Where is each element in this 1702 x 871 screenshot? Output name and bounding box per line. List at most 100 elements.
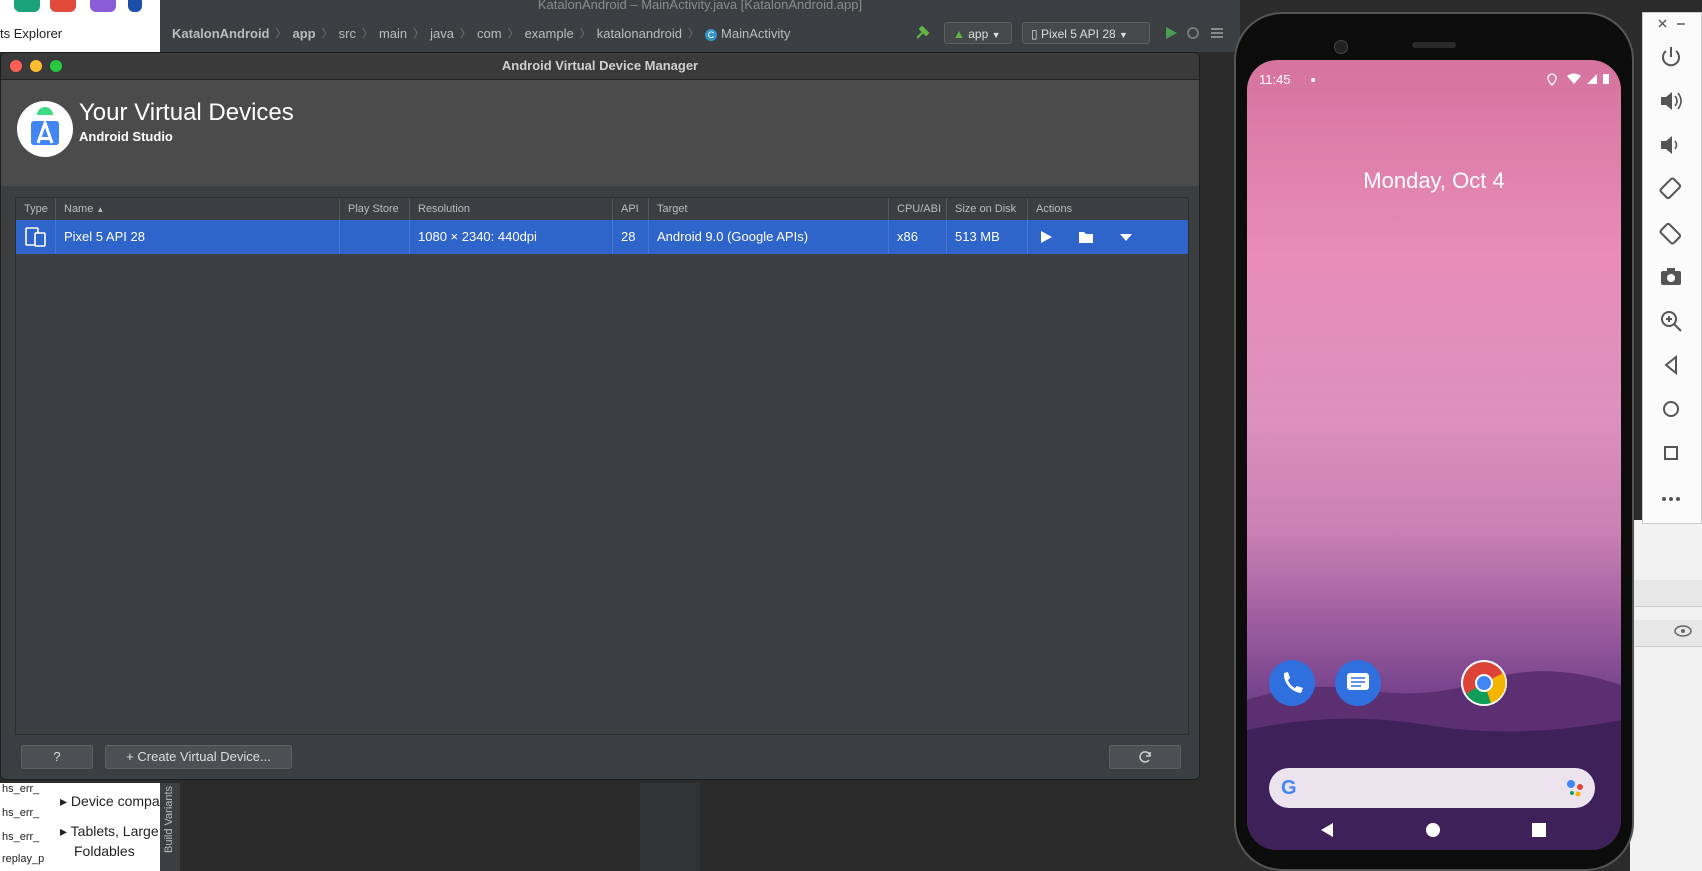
breadcrumb-item[interactable]: com bbox=[477, 26, 502, 41]
breadcrumb-item[interactable]: katalonandroid bbox=[597, 26, 682, 41]
build-variants-tab[interactable]: Build Variants bbox=[160, 783, 180, 871]
close-icon bbox=[1658, 19, 1667, 28]
dock-app-icon[interactable] bbox=[14, 0, 40, 12]
android-icon: ▲ bbox=[953, 27, 965, 41]
breadcrumb-item[interactable]: main bbox=[379, 26, 407, 41]
breadcrumb-item[interactable]: java bbox=[430, 26, 454, 41]
more-actions-button[interactable] bbox=[1110, 220, 1142, 254]
emulator-device-frame: 11:45 Monday, Oct 4 G bbox=[1234, 12, 1634, 871]
column-header-resolution[interactable]: Resolution bbox=[410, 198, 613, 220]
help-button[interactable]: ? bbox=[21, 745, 93, 769]
volume-down-icon[interactable] bbox=[1657, 131, 1685, 159]
run-icon[interactable] bbox=[1164, 26, 1178, 40]
status-icons bbox=[1547, 73, 1609, 86]
signal-icon bbox=[1587, 74, 1597, 84]
recents-icon[interactable] bbox=[1531, 822, 1547, 838]
column-header-play-store[interactable]: Play Store bbox=[340, 198, 410, 220]
emulator-screen[interactable]: 11:45 Monday, Oct 4 G bbox=[1247, 60, 1621, 850]
file-item[interactable]: replay_p bbox=[2, 853, 44, 865]
breadcrumb-item[interactable]: app bbox=[293, 26, 316, 41]
chrome-icon bbox=[1463, 662, 1506, 705]
device-selector[interactable]: ▯ Pixel 5 API 28 ▼ bbox=[1022, 22, 1150, 44]
window-titlebar: Android Virtual Device Manager bbox=[1, 53, 1199, 80]
column-header-name[interactable]: Name ▲ bbox=[56, 198, 340, 220]
google-icon: G bbox=[1281, 777, 1297, 799]
front-camera bbox=[1334, 40, 1348, 54]
camera-icon[interactable] bbox=[1657, 263, 1685, 291]
phone-app-icon[interactable] bbox=[1269, 660, 1315, 706]
show-on-disk-button[interactable] bbox=[1070, 220, 1102, 254]
emulator-toolbar bbox=[1642, 12, 1702, 524]
chrome-app-icon[interactable] bbox=[1461, 660, 1507, 706]
avd-header bbox=[1, 80, 1199, 186]
volume-up-icon[interactable] bbox=[1657, 87, 1685, 115]
rerun-icon[interactable] bbox=[1186, 26, 1200, 40]
power-icon[interactable] bbox=[1657, 43, 1685, 71]
file-item[interactable]: hs_err_ bbox=[2, 783, 39, 795]
rotate-right-icon[interactable] bbox=[1657, 219, 1685, 247]
ide-right-panel bbox=[1630, 520, 1702, 871]
lockscreen-date: Monday, Oct 4 bbox=[1363, 168, 1505, 193]
breadcrumb-item[interactable]: C MainActivity bbox=[705, 26, 790, 41]
create-virtual-device-button[interactable]: + Create Virtual Device... bbox=[105, 745, 292, 769]
size-cell: 513 MB bbox=[947, 220, 1028, 254]
back-icon[interactable] bbox=[1319, 822, 1335, 838]
message-icon bbox=[1347, 673, 1369, 690]
navigation-bar bbox=[1247, 810, 1621, 850]
column-header-target[interactable]: Target bbox=[649, 198, 889, 220]
ide-bottom-area: hs_err_ hs_err_ hs_err_ replay_p ▸ Devic… bbox=[0, 783, 1210, 871]
actions-cell bbox=[1028, 220, 1188, 254]
home-icon[interactable] bbox=[1425, 822, 1441, 838]
assistant-icon[interactable] bbox=[1565, 778, 1585, 798]
column-header-size[interactable]: Size on Disk bbox=[947, 198, 1028, 220]
chevron-down-icon: ▼ bbox=[1119, 30, 1128, 40]
device-icon: ▯ bbox=[1031, 27, 1038, 41]
file-item[interactable]: hs_err_ bbox=[2, 831, 39, 843]
table-row[interactable]: Pixel 5 API 28 1080 × 2340: 440dpi 28 An… bbox=[16, 220, 1188, 254]
dock-app-icon[interactable] bbox=[90, 0, 116, 12]
file-item[interactable]: hs_err_ bbox=[2, 807, 39, 819]
battery-icon bbox=[1603, 74, 1609, 84]
api-cell: 28 bbox=[613, 220, 649, 254]
column-header-cpu[interactable]: CPU/ABI bbox=[889, 198, 947, 220]
play-store-cell bbox=[340, 220, 410, 254]
location-icon bbox=[1547, 73, 1557, 86]
file-list: hs_err_ hs_err_ hs_err_ replay_p bbox=[0, 783, 52, 871]
device-category-tree: ▸ Device compa ▸ Tablets, Large Foldable… bbox=[52, 783, 160, 871]
hammer-icon[interactable] bbox=[915, 24, 931, 40]
column-header-type[interactable]: Type bbox=[16, 198, 56, 220]
refresh-icon bbox=[1139, 751, 1151, 763]
earpiece bbox=[1412, 42, 1456, 48]
dock-app-icon[interactable] bbox=[50, 0, 76, 12]
breadcrumb-item[interactable]: src bbox=[339, 26, 356, 41]
breadcrumb-item[interactable]: KatalonAndroid bbox=[172, 26, 270, 41]
google-search-bar[interactable]: G bbox=[1269, 768, 1595, 808]
play-icon bbox=[1041, 231, 1052, 243]
resolution-cell: 1080 × 2340: 440dpi bbox=[410, 220, 613, 254]
rotate-left-icon[interactable] bbox=[1657, 175, 1685, 203]
chevron-down-icon: ▼ bbox=[991, 30, 1001, 40]
target-cell: Android 9.0 (Google APIs) bbox=[649, 220, 889, 254]
refresh-button[interactable] bbox=[1109, 745, 1181, 769]
dock-app-icon[interactable] bbox=[128, 0, 142, 12]
zoom-icon[interactable] bbox=[1657, 307, 1685, 335]
folder-icon bbox=[1079, 232, 1093, 243]
home-icon[interactable] bbox=[1657, 395, 1685, 423]
sort-ascending-icon: ▲ bbox=[96, 205, 105, 214]
column-header-api[interactable]: API bbox=[613, 198, 649, 220]
desktop-dock-strip: ts Explorer bbox=[0, 0, 160, 52]
more-icon[interactable] bbox=[1657, 485, 1685, 513]
list-icon[interactable] bbox=[1210, 26, 1224, 40]
tree-item[interactable]: ▸ Device compa bbox=[60, 793, 160, 810]
overview-icon[interactable] bbox=[1657, 439, 1685, 467]
back-icon[interactable] bbox=[1657, 351, 1685, 379]
table-header: Type Name ▲ Play Store Resolution API Ta… bbox=[16, 198, 1188, 221]
messages-app-icon[interactable] bbox=[1335, 660, 1381, 706]
launch-button[interactable] bbox=[1030, 220, 1062, 254]
tree-item[interactable]: ▸ Tablets, Large bbox=[60, 823, 159, 840]
eye-icon[interactable] bbox=[1674, 624, 1692, 638]
tree-item-continued: Foldables bbox=[74, 843, 135, 859]
run-config-selector[interactable]: ▲ app ▼ bbox=[944, 22, 1012, 44]
status-clock: 11:45 bbox=[1259, 72, 1291, 87]
breadcrumb-item[interactable]: example bbox=[525, 26, 574, 41]
